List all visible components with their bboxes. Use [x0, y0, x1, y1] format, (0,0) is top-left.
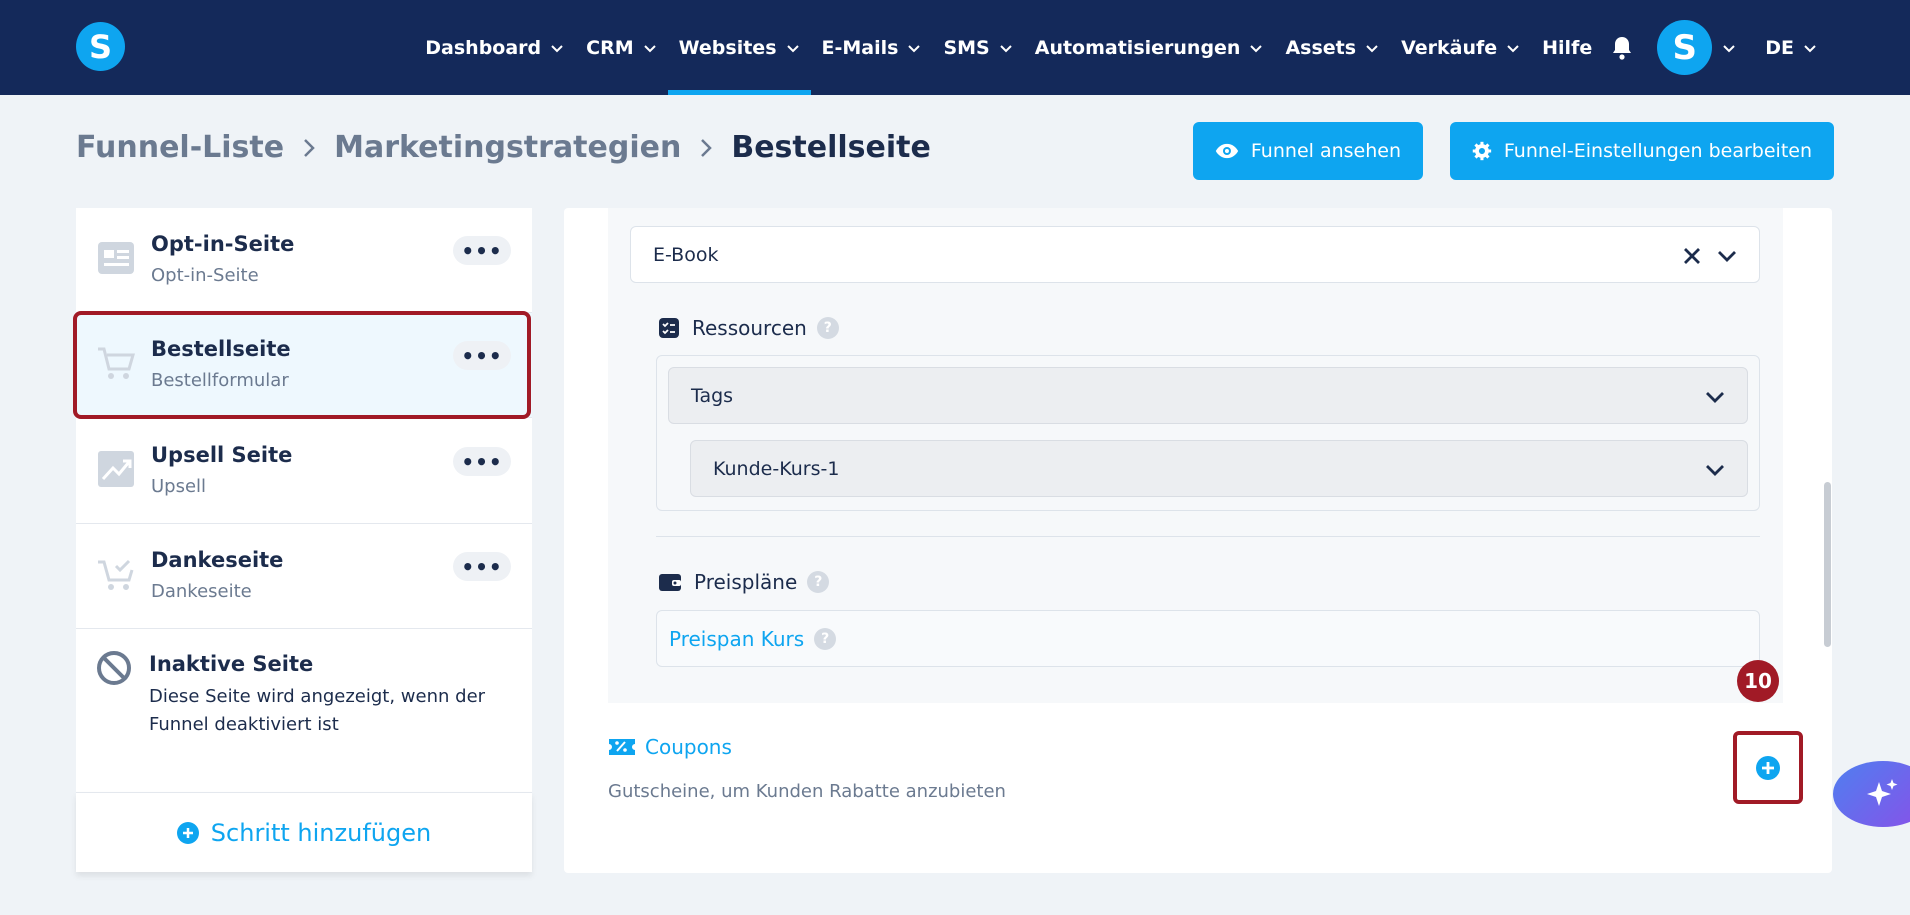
- clear-icon[interactable]: [1681, 242, 1703, 268]
- step-more-button[interactable]: •••: [453, 341, 511, 370]
- wallet-icon: [659, 574, 681, 591]
- nav-assets[interactable]: Assets: [1274, 0, 1390, 95]
- step-opt-in[interactable]: Opt-in-Seite Opt-in-Seite •••: [76, 208, 532, 313]
- resources-type-select[interactable]: Tags: [668, 367, 1748, 424]
- view-funnel-button[interactable]: Funnel ansehen: [1193, 122, 1423, 180]
- nav-sales[interactable]: Verkäufe: [1390, 0, 1531, 95]
- top-navigation: S Dashboard CRM Websites E-Mails SMS Aut…: [0, 0, 1910, 95]
- chevron-down-icon[interactable]: [1712, 41, 1754, 55]
- chevron-down-icon: [1366, 44, 1378, 52]
- main-nav: Dashboard CRM Websites E-Mails SMS Autom…: [414, 0, 1828, 95]
- nav-help[interactable]: Hilfe: [1531, 0, 1603, 95]
- breadcrumb: Funnel-Liste Marketingstrategien Bestell…: [76, 130, 931, 165]
- step-title: Upsell Seite: [151, 443, 293, 467]
- help-icon[interactable]: ?: [807, 571, 830, 593]
- step-number-badge: 10: [1737, 660, 1779, 702]
- step-upsell[interactable]: Upsell Seite Upsell •••: [76, 419, 532, 524]
- breadcrumb-current: Bestellseite: [731, 130, 931, 165]
- app-logo[interactable]: S: [76, 22, 125, 71]
- coupons-label: Coupons: [608, 735, 732, 759]
- language-switcher[interactable]: DE: [1754, 0, 1828, 95]
- nav-sms[interactable]: SMS: [932, 0, 1023, 95]
- notifications-bell-icon[interactable]: [1603, 0, 1651, 95]
- breadcrumb-funnel-list[interactable]: Funnel-Liste: [76, 130, 284, 165]
- chevron-down-icon: [908, 44, 921, 52]
- ban-icon: [97, 651, 131, 685]
- nav-websites[interactable]: Websites: [667, 0, 811, 95]
- plus-circle-icon: [1756, 755, 1780, 780]
- step-title: Opt-in-Seite: [151, 232, 295, 256]
- help-icon[interactable]: ?: [816, 317, 839, 339]
- resources-tag-select[interactable]: Kunde-Kurs-1: [690, 440, 1748, 497]
- chevron-down-icon: [1804, 44, 1816, 52]
- panel-scrollbar[interactable]: [1824, 482, 1831, 647]
- step-thank-you[interactable]: Dankeseite Dankeseite •••: [76, 524, 532, 629]
- step-more-button[interactable]: •••: [453, 552, 511, 581]
- add-step-button[interactable]: Schritt hinzufügen: [76, 792, 532, 872]
- cart-icon: [98, 347, 135, 379]
- cart-check-icon: [98, 559, 134, 590]
- chevron-down-icon[interactable]: [1715, 244, 1739, 268]
- ai-assistant-button[interactable]: [1833, 761, 1910, 827]
- nav-automations[interactable]: Automatisierungen: [1024, 0, 1275, 95]
- coupon-icon: [609, 739, 635, 755]
- chevron-down-icon: [1507, 44, 1519, 52]
- step-subtitle: Upsell: [151, 476, 207, 497]
- nav-emails[interactable]: E-Mails: [811, 0, 933, 95]
- step-subtitle: Bestellformular: [151, 370, 289, 391]
- form-page-icon: [98, 242, 134, 274]
- coupons-description: Gutscheine, um Kunden Rabatte anzubieten: [608, 781, 1006, 802]
- trend-up-icon: [98, 451, 134, 487]
- inactive-description: Diese Seite wird angezeigt, wenn der Fun…: [149, 686, 486, 735]
- step-title: Dankeseite: [151, 548, 284, 572]
- chevron-down-icon: [786, 44, 799, 52]
- product-select[interactable]: E-Book: [630, 226, 1760, 283]
- resources-label-row: Ressourcen ?: [658, 316, 839, 340]
- edit-funnel-settings-button[interactable]: Funnel-Einstellungen bearbeiten: [1450, 122, 1834, 180]
- plus-circle-icon: [176, 821, 199, 844]
- step-editor-panel: E-Book Ressourcen ? Tags Kunde-Kurs-1 Pr…: [564, 208, 1832, 873]
- chevron-down-icon: [1706, 465, 1724, 476]
- nav-dashboard[interactable]: Dashboard: [414, 0, 575, 95]
- funnel-steps-list: Opt-in-Seite Opt-in-Seite ••• Bestellsei…: [73, 208, 532, 872]
- step-inactive-page[interactable]: Inaktive Seite Diese Seite wird angezeig…: [76, 628, 532, 788]
- step-subtitle: Dankeseite: [151, 581, 252, 602]
- sparkles-icon: [1867, 779, 1898, 806]
- step-more-button[interactable]: •••: [453, 447, 511, 476]
- chevron-down-icon: [1706, 392, 1724, 403]
- user-avatar[interactable]: S: [1657, 20, 1713, 75]
- checklist-icon: [659, 318, 679, 338]
- chevron-right-icon: [301, 137, 317, 159]
- nav-crm[interactable]: CRM: [575, 0, 667, 95]
- breadcrumb-marketing[interactable]: Marketingstrategien: [334, 130, 681, 165]
- chevron-down-icon: [551, 44, 563, 52]
- add-coupon-button[interactable]: [1733, 731, 1803, 804]
- step-order-page[interactable]: Bestellseite Bestellformular •••: [76, 313, 532, 418]
- step-subtitle: Opt-in-Seite: [151, 265, 259, 286]
- chevron-down-icon: [643, 44, 656, 52]
- chevron-right-icon: [698, 137, 714, 159]
- divider: [656, 536, 1760, 537]
- product-block: E-Book Ressourcen ? Tags Kunde-Kurs-1 Pr…: [608, 208, 1783, 703]
- step-more-button[interactable]: •••: [453, 236, 511, 265]
- price-plan-item[interactable]: Preispan Kurs ?: [656, 610, 1760, 667]
- eye-icon: [1215, 143, 1239, 159]
- chevron-down-icon: [1000, 44, 1012, 52]
- price-plans-label-row: Preispläne ?: [658, 570, 830, 594]
- resources-box: Tags Kunde-Kurs-1: [656, 355, 1760, 511]
- chevron-down-icon: [1250, 44, 1263, 52]
- gear-icon: [1472, 141, 1492, 161]
- step-title: Bestellseite: [151, 337, 291, 361]
- help-icon[interactable]: ?: [814, 627, 837, 650]
- inactive-title: Inaktive Seite: [149, 652, 314, 676]
